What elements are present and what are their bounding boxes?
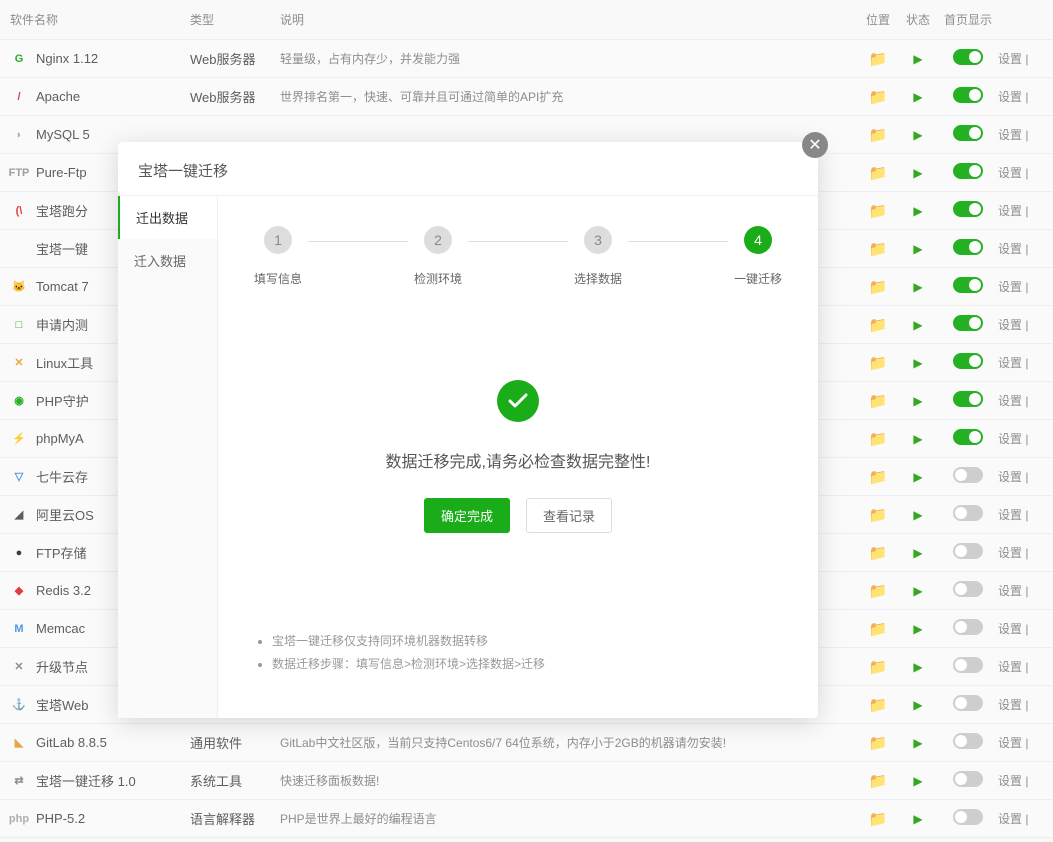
- confirm-button[interactable]: 确定完成: [424, 498, 510, 533]
- step-number: 4: [744, 226, 772, 254]
- step-line: [628, 241, 728, 242]
- notes: 宝塔一键迁移仅支持同环境机器数据转移 数据迁移步骤：填写信息>检测环境>选择数据…: [238, 626, 798, 698]
- step-4: 4 一键迁移: [728, 226, 788, 287]
- view-log-button[interactable]: 查看记录: [526, 498, 612, 533]
- result-message: 数据迁移完成,请务必检查数据完整性!: [386, 448, 651, 472]
- migration-modal: ✕ 宝塔一键迁移 迁出数据 迁入数据 1 填写信息 2 检测环境 3 选择数: [118, 142, 818, 718]
- step-label: 一键迁移: [734, 270, 782, 287]
- check-icon: [497, 380, 539, 422]
- step-1: 1 填写信息: [248, 226, 308, 287]
- note-item: 宝塔一键迁移仅支持同环境机器数据转移: [272, 632, 778, 649]
- step-number: 3: [584, 226, 612, 254]
- step-label: 填写信息: [254, 270, 302, 287]
- modal-sidebar: 迁出数据 迁入数据: [118, 196, 218, 718]
- modal-main: 1 填写信息 2 检测环境 3 选择数据 4 一键迁移: [218, 196, 818, 718]
- sidebar-item-import[interactable]: 迁入数据: [118, 239, 217, 282]
- step-line: [308, 241, 408, 242]
- step-2: 2 检测环境: [408, 226, 468, 287]
- step-label: 检测环境: [414, 270, 462, 287]
- step-number: 2: [424, 226, 452, 254]
- modal-title: 宝塔一键迁移: [118, 142, 818, 196]
- note-item: 数据迁移步骤：填写信息>检测环境>选择数据>迁移: [272, 655, 778, 672]
- sidebar-item-export[interactable]: 迁出数据: [118, 196, 217, 239]
- step-number: 1: [264, 226, 292, 254]
- step-line: [468, 241, 568, 242]
- step-3: 3 选择数据: [568, 226, 628, 287]
- close-icon[interactable]: ✕: [802, 132, 828, 158]
- step-indicator: 1 填写信息 2 检测环境 3 选择数据 4 一键迁移: [238, 226, 798, 287]
- result-panel: 数据迁移完成,请务必检查数据完整性! 确定完成 查看记录: [238, 287, 798, 626]
- result-buttons: 确定完成 查看记录: [424, 498, 612, 533]
- step-label: 选择数据: [574, 270, 622, 287]
